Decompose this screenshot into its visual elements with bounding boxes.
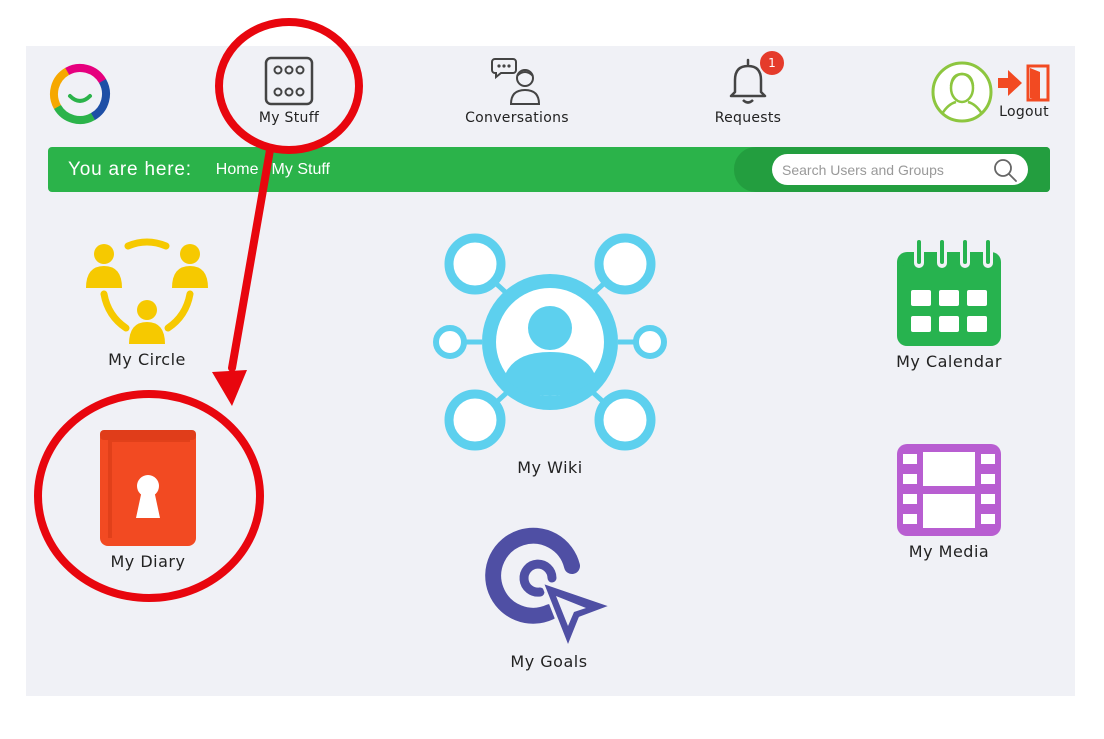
tile-my-wiki[interactable]: My Wiki	[430, 232, 670, 477]
tile-my-goals[interactable]: My Goals	[484, 524, 614, 671]
nav-label-requests: Requests	[714, 110, 782, 126]
breadcrumb-separator: /	[262, 160, 268, 179]
requests-badge: 1	[758, 49, 786, 77]
wiki-network-icon	[433, 233, 667, 451]
search-container	[734, 147, 1050, 192]
tile-my-media[interactable]: My Media	[886, 442, 1012, 561]
tile-label-my-calendar: My Calendar	[896, 352, 1002, 371]
nav-conversations[interactable]: Conversations	[462, 56, 572, 126]
diary-lock-icon	[100, 430, 196, 546]
logout-door-icon	[998, 64, 1050, 102]
search-icon[interactable]	[992, 157, 1018, 183]
people-circle-icon	[86, 238, 208, 344]
tile-label-my-wiki: My Wiki	[517, 458, 583, 477]
tile-label-my-circle: My Circle	[108, 350, 186, 369]
logout-button[interactable]: Logout	[996, 64, 1052, 120]
tile-label-my-diary: My Diary	[110, 552, 186, 571]
breadcrumb-current[interactable]: My Stuff	[272, 161, 330, 179]
grid-dots-icon	[264, 56, 314, 106]
app-logo-icon[interactable]	[48, 62, 112, 126]
chat-person-icon	[491, 58, 541, 105]
tile-my-calendar[interactable]: My Calendar	[886, 240, 1012, 371]
logout-label: Logout	[999, 104, 1049, 120]
film-strip-icon	[897, 444, 1001, 536]
user-avatar-icon[interactable]	[930, 60, 994, 124]
tile-my-diary[interactable]: My Diary	[88, 428, 208, 571]
tile-my-circle[interactable]: My Circle	[82, 236, 212, 369]
app-window: My Stuff Conversations Requests 1 Logout…	[26, 46, 1075, 696]
search-input[interactable]	[772, 154, 1028, 185]
nav-my-stuff[interactable]: My Stuff	[254, 56, 324, 126]
target-cursor-icon	[485, 527, 614, 648]
breadcrumb-label: You are here:	[68, 158, 192, 180]
breadcrumb-bar: You are here: Home / My Stuff	[48, 147, 1050, 192]
nav-label-my-stuff: My Stuff	[258, 110, 320, 126]
tile-label-my-media: My Media	[908, 542, 990, 561]
breadcrumb-home-link[interactable]: Home	[216, 161, 259, 179]
calendar-icon	[897, 240, 1001, 346]
nav-label-conversations: Conversations	[465, 110, 569, 126]
tile-label-my-goals: My Goals	[510, 652, 588, 671]
